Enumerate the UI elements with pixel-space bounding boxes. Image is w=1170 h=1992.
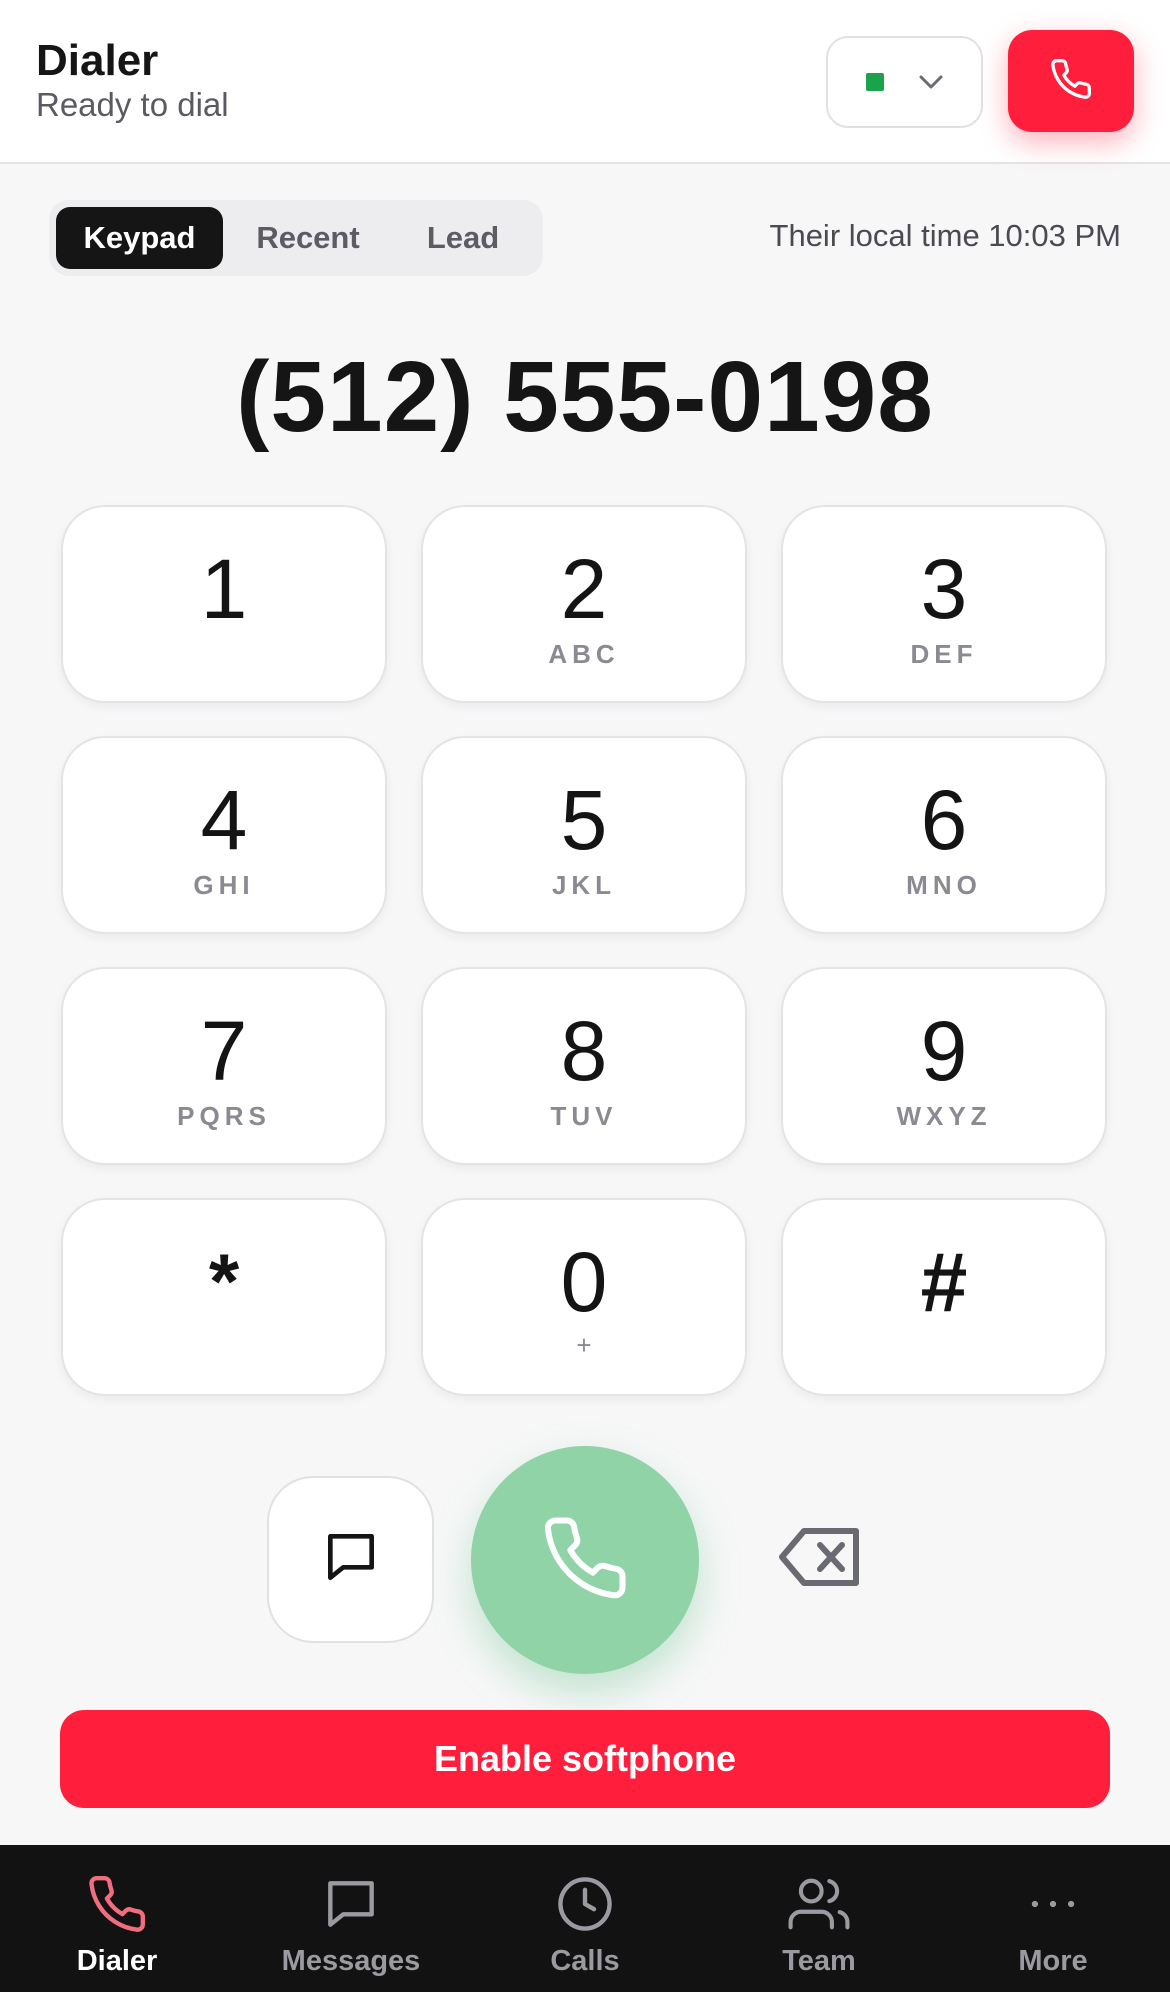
key-digit: 1 bbox=[200, 542, 248, 636]
nav-item-more[interactable]: More bbox=[936, 1845, 1170, 1992]
nav-label: Team bbox=[782, 1945, 856, 1977]
local-time: Their local time 10:03 PM bbox=[769, 218, 1121, 253]
key-digit: 3 bbox=[920, 542, 968, 636]
key-letters: JKL bbox=[551, 870, 617, 900]
key-5[interactable]: 5 JKL bbox=[421, 736, 747, 934]
dialer-tabs: Keypad Recent Lead bbox=[49, 200, 543, 276]
key-letters: + bbox=[576, 1330, 592, 1360]
line-selector-dropdown[interactable] bbox=[826, 36, 983, 128]
tab-recent[interactable]: Recent bbox=[223, 207, 393, 269]
nav-item-calls[interactable]: Calls bbox=[468, 1845, 702, 1992]
key-digit: # bbox=[920, 1235, 968, 1329]
nav-item-messages[interactable]: Messages bbox=[234, 1845, 468, 1992]
key-1[interactable]: 1 bbox=[61, 505, 387, 703]
dialed-number: (512) 555-0198 bbox=[236, 341, 934, 453]
key-letters: MNO bbox=[906, 870, 982, 900]
chevron-down-icon bbox=[918, 74, 944, 90]
backspace-icon bbox=[778, 1525, 862, 1594]
phone-icon bbox=[1049, 57, 1093, 106]
key-letters: WXYZ bbox=[896, 1101, 992, 1131]
key-digit: 0 bbox=[560, 1235, 608, 1329]
nav-label: Calls bbox=[550, 1945, 620, 1977]
header: Dialer Ready to dial bbox=[0, 0, 1170, 164]
key-digit: * bbox=[208, 1237, 240, 1325]
key-hash[interactable]: # bbox=[781, 1198, 1107, 1396]
send-message-button[interactable] bbox=[267, 1476, 434, 1643]
key-digit: 9 bbox=[920, 1004, 968, 1098]
status-subtitle: Ready to dial bbox=[36, 86, 229, 123]
tab-lead[interactable]: Lead bbox=[393, 207, 533, 269]
nav-item-dialer[interactable]: Dialer bbox=[0, 1845, 234, 1992]
users-icon bbox=[787, 1873, 851, 1940]
key-letters: PQRS bbox=[177, 1101, 271, 1131]
key-digit: 6 bbox=[920, 773, 968, 867]
phone-icon bbox=[540, 1513, 630, 1608]
key-0[interactable]: 0 + bbox=[421, 1198, 747, 1396]
key-letters: TUV bbox=[550, 1101, 618, 1131]
message-icon bbox=[320, 1526, 382, 1593]
key-9[interactable]: 9 WXYZ bbox=[781, 967, 1107, 1165]
key-7[interactable]: 7 PQRS bbox=[61, 967, 387, 1165]
message-icon bbox=[320, 1873, 382, 1940]
enable-softphone-button[interactable]: Enable softphone bbox=[60, 1710, 1110, 1808]
key-6[interactable]: 6 MNO bbox=[781, 736, 1107, 934]
key-star[interactable]: * bbox=[61, 1198, 387, 1396]
key-digit: 7 bbox=[200, 1004, 248, 1098]
key-4[interactable]: 4 GHI bbox=[61, 736, 387, 934]
bottom-nav: Dialer Messages Calls Team More bbox=[0, 1845, 1170, 1992]
key-8[interactable]: 8 TUV bbox=[421, 967, 747, 1165]
nav-label: Messages bbox=[281, 1945, 421, 1977]
clock-icon bbox=[554, 1873, 616, 1940]
key-digit: 4 bbox=[200, 773, 248, 867]
more-icon bbox=[1022, 1873, 1084, 1940]
key-2[interactable]: 2 ABC bbox=[421, 505, 747, 703]
key-digit: 5 bbox=[560, 773, 608, 867]
key-letters: GHI bbox=[193, 870, 255, 900]
call-button[interactable] bbox=[471, 1446, 699, 1674]
key-3[interactable]: 3 DEF bbox=[781, 505, 1107, 703]
key-digit: 2 bbox=[560, 542, 608, 636]
key-letters: DEF bbox=[910, 639, 978, 669]
key-digit: 8 bbox=[560, 1004, 608, 1098]
nav-label: Dialer bbox=[76, 1945, 158, 1977]
nav-item-team[interactable]: Team bbox=[702, 1845, 936, 1992]
line-status-indicator bbox=[865, 73, 884, 91]
tab-keypad[interactable]: Keypad bbox=[56, 207, 223, 269]
nav-label: More bbox=[1018, 1945, 1088, 1977]
hangup-button[interactable] bbox=[1008, 30, 1134, 132]
backspace-button[interactable] bbox=[774, 1522, 866, 1596]
page-title: Dialer bbox=[36, 36, 159, 85]
phone-icon bbox=[86, 1873, 148, 1940]
key-letters: ABC bbox=[548, 639, 620, 669]
